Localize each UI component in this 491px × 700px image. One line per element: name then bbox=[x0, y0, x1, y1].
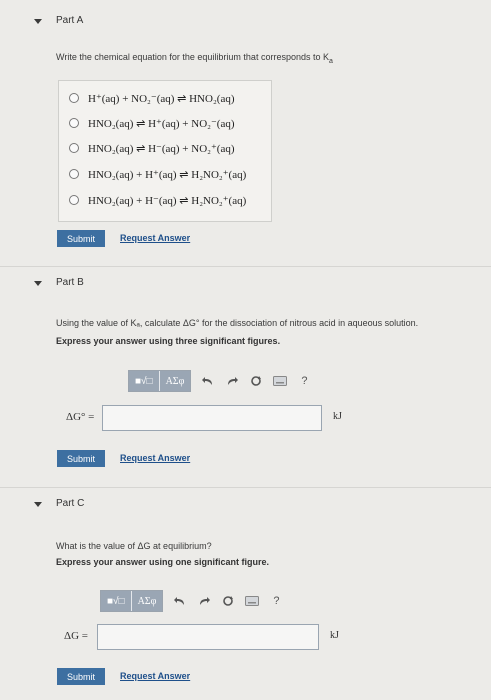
part-c-answer-label: ΔG = bbox=[64, 630, 88, 642]
radio-icon[interactable] bbox=[69, 195, 79, 205]
collapse-caret-icon[interactable] bbox=[34, 502, 42, 507]
choice-label: HNO₂(aq) ⇌ H⁻(aq) + NO₂⁺(aq) bbox=[88, 142, 235, 155]
part-a-prompt: Write the chemical equation for the equi… bbox=[56, 52, 333, 65]
keyboard-icon[interactable] bbox=[273, 374, 288, 388]
part-c-instruction: Express your answer using one significan… bbox=[56, 557, 270, 567]
part-c-request-answer-link[interactable]: Request Answer bbox=[120, 671, 190, 681]
part-c-header[interactable]: Part C bbox=[0, 494, 491, 516]
templates-button[interactable]: ■√□ bbox=[101, 591, 131, 611]
part-b-submit-button[interactable]: Submit bbox=[57, 450, 105, 467]
choice-label: HNO₂(aq) + H⁺(aq) ⇌ H₂NO₂⁺(aq) bbox=[88, 168, 247, 181]
part-c-title: Part C bbox=[56, 498, 85, 509]
choice-label: H⁺(aq) + NO₂⁻(aq) ⇌ HNO₂(aq) bbox=[88, 92, 235, 105]
part-c-unit: kJ bbox=[330, 630, 339, 641]
toolbar-buttons: ■√□ ΑΣφ bbox=[128, 370, 192, 392]
collapse-caret-icon[interactable] bbox=[34, 281, 42, 286]
radio-icon[interactable] bbox=[69, 143, 79, 153]
greek-symbols-button[interactable]: ΑΣφ bbox=[130, 591, 163, 611]
part-b-prompt: Using the value of Kₐ, calculate ΔG° for… bbox=[56, 318, 419, 328]
part-b-math-toolbar: ■√□ ΑΣφ ? bbox=[128, 370, 311, 392]
choice-1[interactable]: H⁺(aq) + NO₂⁻(aq) ⇌ HNO₂(aq) bbox=[69, 89, 235, 107]
undo-icon[interactable] bbox=[173, 594, 187, 608]
radio-icon[interactable] bbox=[69, 169, 79, 179]
radio-icon[interactable] bbox=[69, 93, 79, 103]
undo-icon[interactable] bbox=[201, 374, 215, 388]
toolbar-buttons: ■√□ ΑΣφ bbox=[100, 590, 164, 612]
part-a-prompt-subscript: a bbox=[328, 57, 333, 65]
redo-icon[interactable] bbox=[197, 594, 211, 608]
reset-icon[interactable] bbox=[249, 374, 263, 388]
help-icon[interactable]: ? bbox=[269, 594, 283, 608]
part-c-math-toolbar: ■√□ ΑΣφ ? bbox=[100, 590, 283, 612]
redo-icon[interactable] bbox=[225, 374, 239, 388]
part-b-unit: kJ bbox=[333, 411, 342, 422]
part-c-answer-input[interactable] bbox=[97, 624, 319, 650]
reset-icon[interactable] bbox=[221, 594, 235, 608]
help-icon[interactable]: ? bbox=[297, 374, 311, 388]
greek-symbols-button[interactable]: ΑΣφ bbox=[158, 371, 191, 391]
part-a-prompt-text: Write the chemical equation for the equi… bbox=[56, 52, 329, 62]
part-b-answer-label: ΔG° = bbox=[66, 411, 95, 423]
choice-4[interactable]: HNO₂(aq) + H⁺(aq) ⇌ H₂NO₂⁺(aq) bbox=[69, 165, 246, 183]
part-a-choices: H⁺(aq) + NO₂⁻(aq) ⇌ HNO₂(aq) HNO₂(aq) ⇌ … bbox=[58, 80, 272, 222]
choice-5[interactable]: HNO₂(aq) + H⁻(aq) ⇌ H₂NO₂⁺(aq) bbox=[69, 191, 246, 209]
part-b-answer-input[interactable] bbox=[102, 405, 322, 431]
divider bbox=[0, 487, 491, 488]
part-b-instruction: Express your answer using three signific… bbox=[56, 336, 281, 346]
collapse-caret-icon[interactable] bbox=[34, 19, 42, 24]
choice-3[interactable]: HNO₂(aq) ⇌ H⁻(aq) + NO₂⁺(aq) bbox=[69, 139, 235, 157]
choice-label: HNO₂(aq) + H⁻(aq) ⇌ H₂NO₂⁺(aq) bbox=[88, 194, 247, 207]
part-b-title: Part B bbox=[56, 277, 84, 288]
part-a-submit-button[interactable]: Submit bbox=[57, 230, 105, 247]
keyboard-icon[interactable] bbox=[245, 594, 260, 608]
divider bbox=[0, 266, 491, 267]
choice-label: HNO₂(aq) ⇌ H⁺(aq) + NO₂⁻(aq) bbox=[88, 117, 235, 130]
part-b-request-answer-link[interactable]: Request Answer bbox=[120, 453, 190, 463]
radio-icon[interactable] bbox=[69, 118, 79, 128]
part-c-prompt: What is the value of ΔG at equilibrium? bbox=[56, 541, 212, 551]
part-a-title: Part A bbox=[56, 15, 84, 26]
part-a-request-answer-link[interactable]: Request Answer bbox=[120, 233, 190, 243]
part-c-submit-button[interactable]: Submit bbox=[57, 668, 105, 685]
choice-2[interactable]: HNO₂(aq) ⇌ H⁺(aq) + NO₂⁻(aq) bbox=[69, 114, 235, 132]
templates-button[interactable]: ■√□ bbox=[129, 371, 159, 391]
part-a-header[interactable]: Part A bbox=[0, 10, 491, 32]
part-b-header[interactable]: Part B bbox=[0, 273, 491, 295]
